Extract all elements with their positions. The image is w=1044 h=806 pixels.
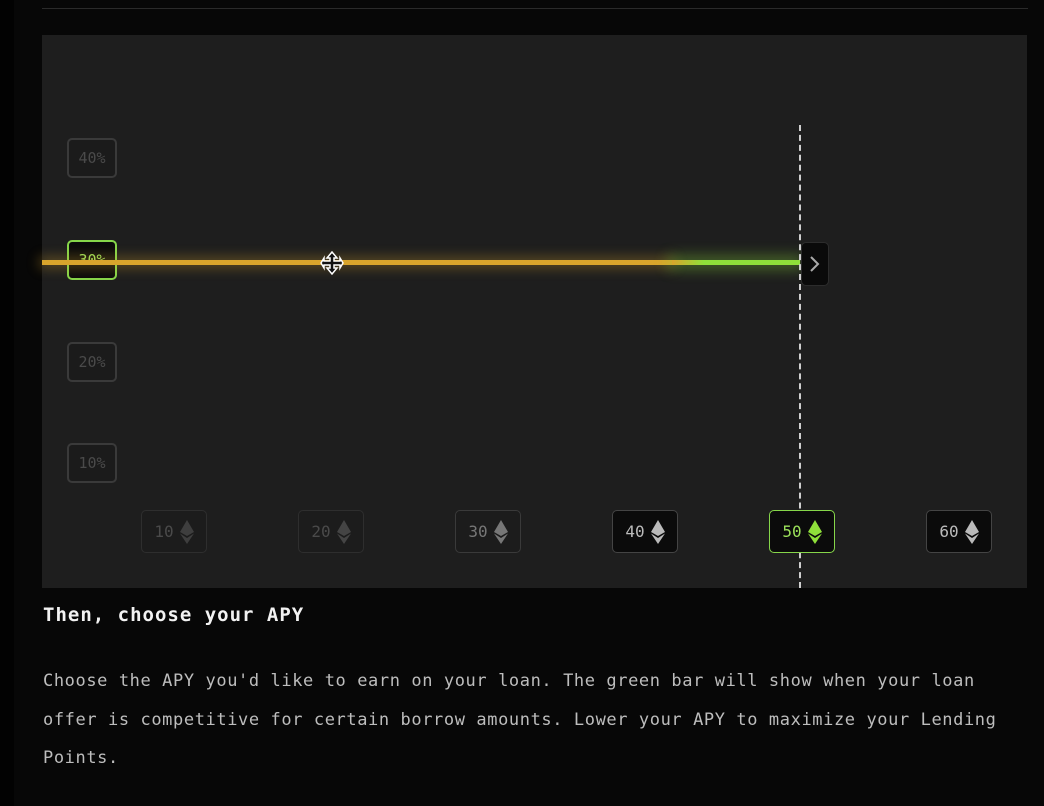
ethereum-icon [650, 519, 665, 544]
y-label-10[interactable]: 10% [67, 443, 117, 483]
divider [42, 8, 1028, 9]
ethereum-icon [493, 519, 508, 544]
x-label-50-selected[interactable]: 50 [769, 510, 835, 553]
ethereum-icon [807, 519, 822, 544]
section-title: Then, choose your APY [43, 604, 305, 626]
move-vertical-cursor-icon [320, 251, 344, 275]
apy-chart[interactable]: 40% 30% 20% 10% 10 20 30 40 50 60 [42, 35, 1027, 588]
x-label-40[interactable]: 40 [612, 510, 678, 553]
y-label-40[interactable]: 40% [67, 138, 117, 178]
apy-line[interactable] [42, 260, 672, 265]
page-edge [0, 0, 14, 806]
x-label-60[interactable]: 60 [926, 510, 992, 553]
amount-drag-handle[interactable] [801, 242, 829, 286]
x-label-30[interactable]: 30 [455, 510, 521, 553]
ethereum-icon [336, 519, 351, 544]
competitive-bar [672, 260, 800, 265]
section-description: Choose the APY you'd like to earn on you… [43, 671, 997, 768]
ethereum-icon [179, 519, 194, 544]
x-label-10[interactable]: 10 [141, 510, 207, 553]
chevron-right-icon [810, 256, 820, 272]
y-label-20[interactable]: 20% [67, 342, 117, 382]
x-label-20[interactable]: 20 [298, 510, 364, 553]
ethereum-icon [964, 519, 979, 544]
